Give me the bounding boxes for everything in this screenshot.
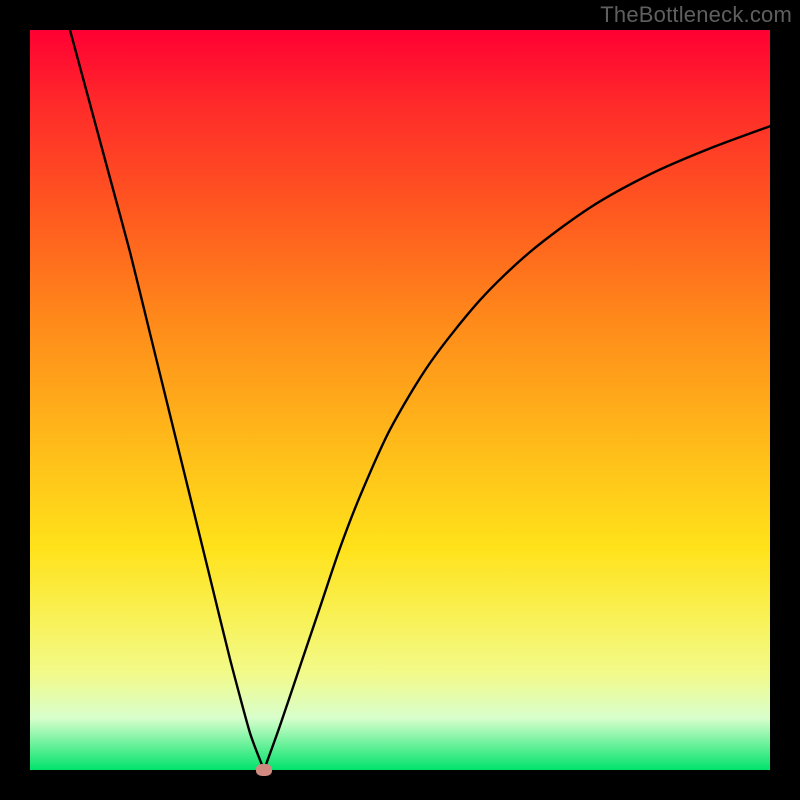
bottleneck-curve [30, 30, 770, 770]
watermark-text: TheBottleneck.com [600, 2, 792, 28]
plot-area [30, 30, 770, 770]
min-marker [256, 764, 272, 776]
chart-frame: TheBottleneck.com [0, 0, 800, 800]
